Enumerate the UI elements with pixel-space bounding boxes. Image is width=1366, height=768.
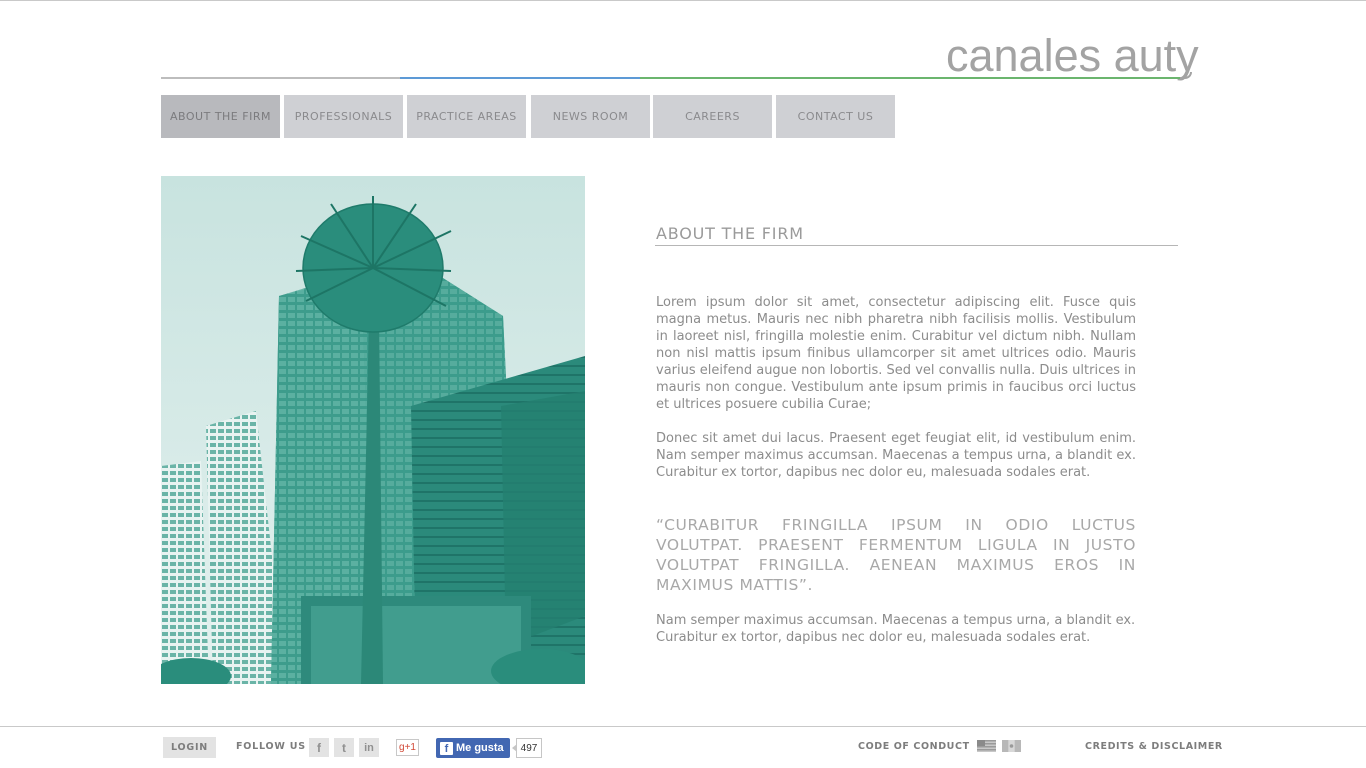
code-of-conduct-link[interactable]: CODE OF CONDUCT	[858, 741, 970, 752]
linkedin-icon[interactable]: in	[359, 738, 379, 757]
facebook-logo-icon: f	[440, 741, 453, 755]
facebook-like-count: 497	[512, 738, 542, 758]
hero-image	[161, 176, 585, 684]
facebook-like-button[interactable]: f Me gusta	[436, 738, 510, 758]
section-title-rule	[655, 245, 1178, 246]
body-paragraph-1: Lorem ipsum dolor sit amet, consectetur …	[656, 295, 1136, 412]
top-rule	[0, 0, 1366, 1]
nav-item-about[interactable]: ABOUT THE FIRM	[161, 95, 280, 138]
header-rule-gray	[161, 77, 401, 79]
brand-logo[interactable]: canales auty	[946, 30, 1199, 82]
nav-item-careers[interactable]: CAREERS	[653, 95, 772, 138]
nav-item-professionals[interactable]: PROFESSIONALS	[284, 95, 403, 138]
pull-quote: “CURABITUR FRINGILLA IPSUM IN ODIO LUCTU…	[656, 516, 1136, 594]
nav-item-news-room[interactable]: NEWS ROOM	[531, 95, 650, 138]
section-title: ABOUT THE FIRM	[656, 224, 804, 243]
follow-us-label: FOLLOW US	[236, 741, 306, 752]
building-palm-illustration	[161, 176, 585, 684]
body-paragraph-3: Nam semper maximus accumsan. Maecenas a …	[656, 613, 1136, 645]
header-rule-blue	[400, 77, 640, 79]
nav-item-practice-areas[interactable]: PRACTICE AREAS	[407, 95, 526, 138]
nav-item-contact[interactable]: CONTACT US	[776, 95, 895, 138]
google-plus-button[interactable]: g+1	[396, 739, 419, 756]
footer: LOGIN FOLLOW US f t in g+1 f Me gusta 49…	[0, 727, 1366, 768]
login-button[interactable]: LOGIN	[163, 737, 216, 758]
credits-disclaimer-link[interactable]: CREDITS & DISCLAIMER	[1085, 741, 1223, 752]
body-paragraph-2: Donec sit amet dui lacus. Praesent eget …	[656, 431, 1136, 480]
facebook-icon[interactable]: f	[309, 738, 329, 757]
mexico-flag-icon[interactable]	[1002, 740, 1021, 752]
twitter-icon[interactable]: t	[334, 738, 354, 757]
facebook-like-label: Me gusta	[456, 742, 504, 754]
us-flag-icon[interactable]	[977, 740, 996, 752]
header-rule-green	[640, 77, 1180, 79]
